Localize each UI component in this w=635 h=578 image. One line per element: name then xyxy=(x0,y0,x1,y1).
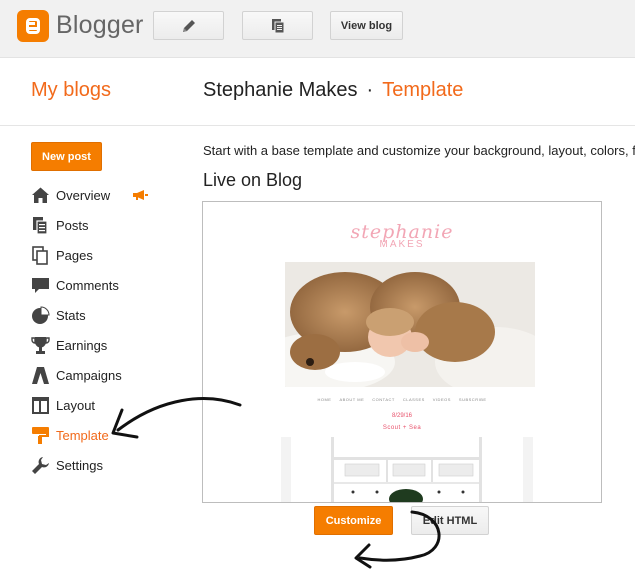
home-icon xyxy=(31,186,50,205)
sidebar-item-layout[interactable]: Layout xyxy=(31,390,181,420)
section-name: Template xyxy=(382,79,464,101)
pages-icon xyxy=(31,245,50,265)
top-bar: Blogger View blog xyxy=(0,0,635,58)
view-blog-button[interactable]: View blog xyxy=(330,11,403,40)
preview-post-date: 8/29/16 xyxy=(391,413,413,419)
new-post-button[interactable]: New post xyxy=(31,142,102,171)
customize-button[interactable]: Customize xyxy=(314,506,393,535)
sidebar-item-label: Pages xyxy=(56,247,93,263)
sidebar-item-template[interactable]: Template xyxy=(31,420,181,450)
sidebar-item-settings[interactable]: Settings xyxy=(31,450,181,480)
preview-nav-item: VIDEOS xyxy=(432,397,451,402)
my-blogs-link[interactable]: My blogs xyxy=(31,79,111,102)
preview-hero-image xyxy=(285,262,535,387)
preview-post-image xyxy=(281,437,533,502)
sidebar-item-overview[interactable]: Overview xyxy=(31,180,181,210)
template-icon xyxy=(31,426,50,445)
wrench-icon xyxy=(31,456,50,475)
layout-icon xyxy=(31,396,50,415)
live-on-blog-heading: Live on Blog xyxy=(203,170,303,190)
sidebar-item-label: Settings xyxy=(56,457,103,473)
template-preview[interactable]: stephanie MAKES HOME ABOUT ME CONTACT CL… xyxy=(202,201,602,503)
sidebar-item-stats[interactable]: Stats xyxy=(31,300,181,330)
edit-html-button[interactable]: Edit HTML xyxy=(411,506,489,535)
sidebar-item-posts[interactable]: Posts xyxy=(31,210,181,240)
preview-blog-subtitle: MAKES xyxy=(379,239,425,250)
intro-text: Start with a base template and customize… xyxy=(203,143,635,158)
sidebar-item-label: Layout xyxy=(56,397,96,413)
campaigns-icon xyxy=(31,366,50,385)
pencil-icon xyxy=(182,19,195,32)
header-divider xyxy=(0,125,635,126)
sidebar-item-pages[interactable]: Pages xyxy=(31,240,181,270)
sidebar-item-label: Stats xyxy=(56,307,86,323)
trophy-icon xyxy=(31,336,50,355)
blogger-logo-icon[interactable] xyxy=(17,10,49,42)
sidebar-item-earnings[interactable]: Earnings xyxy=(31,330,181,360)
comment-icon xyxy=(31,276,50,295)
pie-chart-icon xyxy=(31,305,50,325)
arrow-to-customize-head xyxy=(354,543,372,569)
blog-name: Stephanie Makes xyxy=(203,79,358,101)
copy-icon xyxy=(271,18,284,33)
preview-nav-item: CLASSES xyxy=(402,397,425,402)
sidebar-nav: Overview Posts Pages Comments Stats Earn… xyxy=(31,180,181,480)
preview-nav-item: ABOUT ME xyxy=(339,397,365,402)
sidebar-item-label: Campaigns xyxy=(56,367,122,383)
preview-nav: HOME ABOUT ME CONTACT CLASSES VIDEOS SUB… xyxy=(203,397,601,402)
sidebar-item-label: Overview xyxy=(56,187,111,203)
preview-nav-item: CONTACT xyxy=(372,397,395,402)
new-post-pencil-button[interactable] xyxy=(153,11,224,40)
preview-nav-item: HOME xyxy=(317,397,332,402)
title-separator: · xyxy=(366,79,374,101)
sidebar-item-label: Template xyxy=(56,427,109,443)
preview-post-title: Scout + Sea xyxy=(382,425,422,431)
posts-list-button[interactable] xyxy=(242,11,313,40)
page-title: Stephanie Makes · Template xyxy=(203,79,463,102)
sidebar-item-label: Posts xyxy=(56,217,89,233)
sidebar-item-campaigns[interactable]: Campaigns xyxy=(31,360,181,390)
sidebar-item-comments[interactable]: Comments xyxy=(31,270,181,300)
preview-nav-item: SUBSCRIBE xyxy=(458,397,487,402)
sidebar-item-label: Earnings xyxy=(56,337,108,353)
megaphone-icon[interactable] xyxy=(132,189,148,204)
posts-icon xyxy=(31,216,50,235)
app-name[interactable]: Blogger xyxy=(56,11,144,40)
sidebar-item-label: Comments xyxy=(56,277,119,293)
